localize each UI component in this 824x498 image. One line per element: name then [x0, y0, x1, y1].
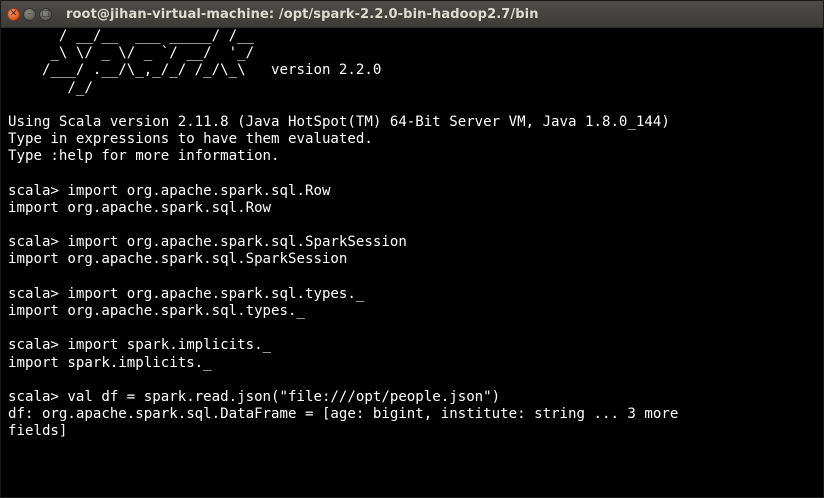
terminal-output[interactable]: / __/__ ___ _____/ /__ _\ \/ _ \/ _ `/ _…: [1, 28, 823, 497]
window-title: root@jihan-virtual-machine: /opt/spark-2…: [66, 6, 539, 22]
terminal-line: scala> import org.apache.spark.sql.types…: [8, 285, 365, 302]
window-controls: ✕ – □: [7, 7, 52, 21]
terminal-line: scala> import org.apache.spark.sql.Row: [8, 182, 331, 199]
terminal-line: Using Scala version 2.11.8 (Java HotSpot…: [8, 113, 670, 130]
terminal-line: /___/ .__/\_,_/_/ /_/\_\ version 2.2.0: [8, 62, 382, 79]
terminal-line: scala> import spark.implicits._: [8, 337, 272, 354]
close-icon: ✕: [9, 8, 18, 19]
minimize-window-button[interactable]: –: [23, 7, 36, 21]
maximize-window-button[interactable]: □: [39, 7, 52, 21]
terminal-line: import org.apache.spark.sql.SparkSession: [8, 251, 348, 268]
maximize-icon: □: [41, 8, 50, 19]
terminal-window: ✕ – □ root@jihan-virtual-machine: /opt/s…: [0, 0, 824, 498]
terminal-line: df: org.apache.spark.sql.DataFrame = [ag…: [8, 406, 679, 423]
terminal-line: Type :help for more information.: [8, 148, 280, 165]
terminal-line: import spark.implicits._: [8, 354, 212, 371]
title-bar[interactable]: ✕ – □ root@jihan-virtual-machine: /opt/s…: [1, 1, 823, 28]
terminal-line: scala> val df = spark.read.json("file://…: [8, 388, 501, 405]
terminal-line: import org.apache.spark.sql.Row: [8, 199, 272, 216]
terminal-line: scala> import org.apache.spark.sql.Spark…: [8, 234, 407, 251]
terminal-line: / __/__ ___ _____/ /__: [8, 28, 255, 44]
terminal-line: import org.apache.spark.sql.types._: [8, 303, 305, 319]
minimize-icon: –: [27, 8, 32, 19]
close-window-button[interactable]: ✕: [7, 7, 20, 21]
terminal-line: /_/: [8, 79, 93, 96]
terminal-line: Type in expressions to have them evaluat…: [8, 131, 373, 148]
terminal-line: fields]: [8, 423, 68, 440]
terminal-line: _\ \/ _ \/ _ `/ __/ '_/: [8, 45, 255, 62]
